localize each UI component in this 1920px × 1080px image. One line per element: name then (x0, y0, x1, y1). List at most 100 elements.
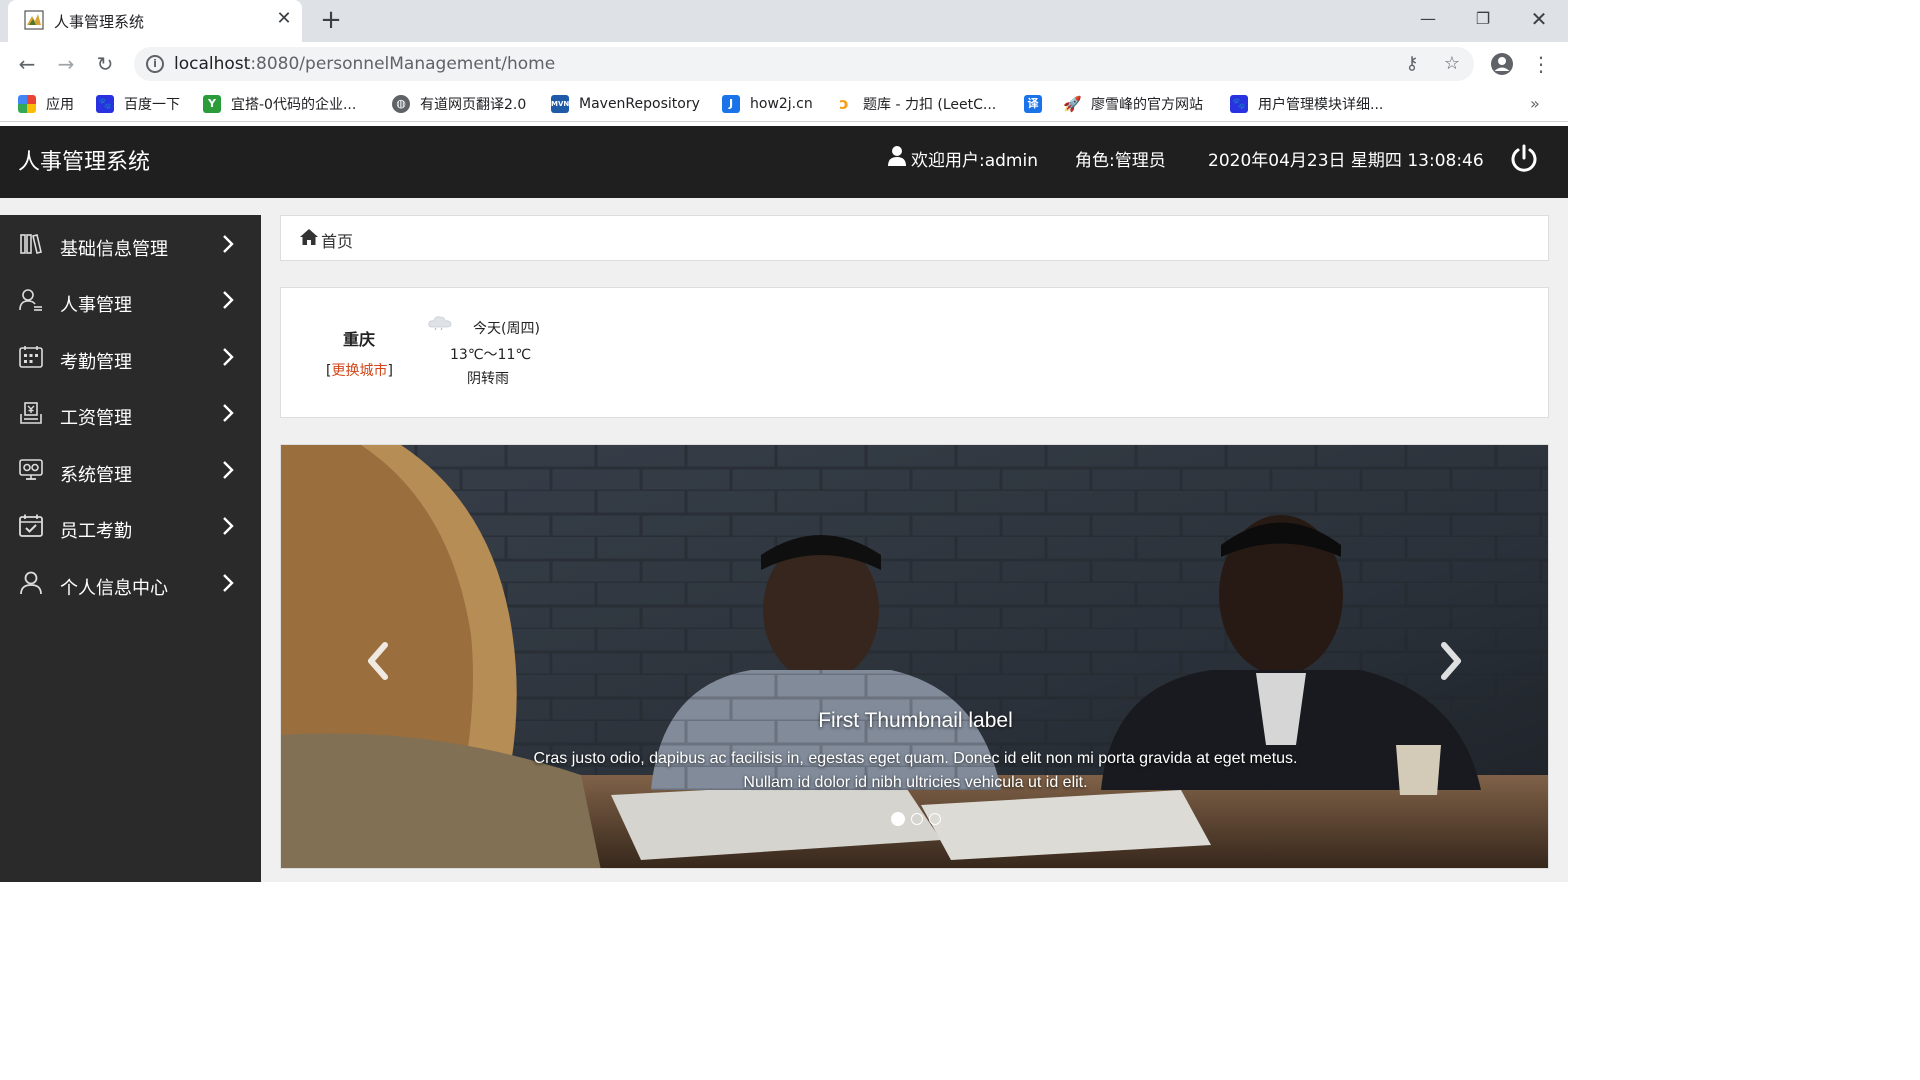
address-bar[interactable]: i localhost:8080/personnelManagement/hom… (134, 47, 1474, 81)
sidebar-item-personal-center[interactable]: 个人信息中心 (0, 556, 261, 612)
calendar-grid-icon (19, 346, 43, 368)
bookmark-yida[interactable]: Y 宜搭-0代码的企业... (203, 94, 356, 114)
yida-icon: Y (203, 95, 221, 113)
weather-day: 今天(周四) (473, 321, 540, 337)
bookmark-youdao[interactable]: ◍ 有道网页翻译2.0 (392, 94, 526, 114)
app-favicon-icon (24, 10, 44, 30)
sidebar-item-label: 员工考勤 (60, 521, 132, 542)
bookmark-leetcode[interactable]: ↄ 题库 - 力扣 (LeetC... (835, 94, 996, 114)
current-datetime: 2020年04月23日 星期四 13:08:46 (1208, 151, 1484, 171)
carousel-caption-title: First Thumbnail label (818, 709, 1013, 732)
window-close-icon[interactable]: ✕ (1524, 6, 1554, 32)
bookmarks-overflow-icon[interactable]: » (1530, 94, 1540, 113)
logout-power-icon[interactable] (1507, 142, 1541, 176)
carousel-prev-icon[interactable] (363, 641, 393, 681)
reload-icon[interactable]: ↻ (92, 51, 118, 77)
books-icon (20, 234, 42, 254)
url-text: localhost:8080/personnelManagement/home (174, 54, 556, 74)
carousel-next-icon[interactable] (1436, 641, 1466, 681)
bookmark-star-icon[interactable]: ☆ (1440, 52, 1464, 76)
breadcrumb-home[interactable]: 首页 (321, 228, 353, 252)
image-carousel[interactable]: First Thumbnail label Cras justo odio, d… (280, 444, 1549, 869)
rocket-icon: 🚀 (1063, 95, 1082, 113)
cloud-rain-icon (428, 316, 452, 330)
app-body: 基础信息管理 人事管理 考勤管理 工资管理 系统管理 员工考勤 个人信息中心 首… (0, 198, 1568, 882)
person-icon (20, 571, 42, 595)
carousel-indicator-3[interactable] (928, 813, 941, 825)
sidebar-item-label: 人事管理 (60, 295, 132, 316)
bookmark-apps[interactable]: 应用 (18, 94, 74, 114)
chevron-right-icon (223, 348, 234, 366)
leetcode-icon: ↄ (835, 95, 853, 113)
bookmark-liaoxuefeng[interactable]: 🚀 廖雪峰的官方网站 (1063, 94, 1203, 114)
salary-icon (20, 402, 42, 424)
breadcrumb: 首页 (280, 215, 1549, 261)
sidebar-item-employee-attendance[interactable]: 员工考勤 (0, 499, 261, 555)
restore-icon[interactable]: ❐ (1468, 6, 1498, 32)
chevron-right-icon (223, 461, 234, 479)
user-role: 角色:管理员 (1075, 151, 1166, 171)
bookmarks-bar: 应用 🐾 百度一下 Y 宜搭-0代码的企业... ◍ 有道网页翻译2.0 MVN… (0, 86, 1568, 122)
new-tab-icon[interactable]: + (318, 7, 344, 33)
browser-tabstrip: 人事管理系统 ✕ + — ❐ ✕ (0, 0, 1568, 42)
browser-menu-icon[interactable]: ⋮ (1527, 50, 1555, 78)
tab-close-icon[interactable]: ✕ (274, 9, 294, 29)
weather-city: 重庆 (343, 330, 376, 349)
apps-grid-icon (18, 95, 36, 113)
app-header: 人事管理系统 欢迎用户:admin 角色:管理员 2020年04月23日 星期四… (0, 126, 1568, 198)
sidebar-item-label: 基础信息管理 (60, 239, 168, 260)
app-title: 人事管理系统 (18, 150, 151, 175)
carousel-slide-image (281, 445, 1548, 868)
sidebar: 基础信息管理 人事管理 考勤管理 工资管理 系统管理 员工考勤 个人信息中心 (0, 215, 261, 882)
weather-widget: 重庆 [更换城市] 今天(周四) 13℃～11℃ 阴转雨 (280, 287, 1549, 418)
sidebar-item-attendance[interactable]: 考勤管理 (0, 330, 261, 386)
maven-icon: MVN (551, 95, 569, 113)
sidebar-item-salary[interactable]: 工资管理 (0, 386, 261, 442)
chevron-right-icon (223, 404, 234, 422)
bookmark-how2j[interactable]: J how2j.cn (722, 94, 813, 114)
sidebar-item-label: 个人信息中心 (60, 578, 168, 599)
welcome-user: 欢迎用户:admin (911, 151, 1038, 171)
home-icon (300, 229, 318, 245)
bookmark-baidu[interactable]: 🐾 百度一下 (96, 94, 180, 114)
bookmark-maven[interactable]: MVN MavenRepository (551, 94, 700, 114)
chevron-right-icon (223, 235, 234, 253)
user-list-icon (19, 289, 42, 311)
monitor-settings-icon (19, 459, 43, 480)
forward-arrow-icon[interactable]: → (53, 51, 79, 77)
weather-temperature: 13℃～11℃ (450, 347, 532, 363)
baidu-paw-icon: 🐾 (96, 95, 114, 113)
bookmark-user-module[interactable]: 🐾 用户管理模块详细... (1230, 94, 1383, 114)
carousel-indicator-2[interactable] (910, 813, 923, 825)
carousel-caption-text: Cras justo odio, dapibus ac facilisis in… (533, 750, 1298, 791)
browser-toolbar: ← → ↻ i localhost:8080/personnelManageme… (0, 42, 1568, 86)
key-icon[interactable]: ⚷ (1400, 52, 1424, 76)
bookmark-translate[interactable]: 译 (1024, 94, 1042, 114)
change-city: [更换城市] (326, 363, 393, 379)
minimize-icon[interactable]: — (1413, 6, 1443, 32)
sidebar-item-label: 系统管理 (60, 465, 132, 486)
baidu-paw-icon: 🐾 (1230, 95, 1248, 113)
back-arrow-icon[interactable]: ← (14, 51, 40, 77)
sidebar-item-label: 工资管理 (60, 408, 132, 429)
calendar-check-icon (19, 514, 43, 537)
profile-avatar-icon[interactable] (1488, 50, 1516, 78)
site-info-icon[interactable]: i (146, 55, 164, 73)
sidebar-item-label: 考勤管理 (60, 352, 132, 373)
browser-tab[interactable]: 人事管理系统 ✕ (8, 0, 302, 42)
sidebar-item-basic-info[interactable]: 基础信息管理 (0, 217, 261, 273)
weather-condition: 阴转雨 (467, 371, 509, 387)
change-city-link[interactable]: 更换城市 (331, 363, 387, 379)
translate-icon: 译 (1024, 95, 1042, 113)
how2j-icon: J (722, 95, 740, 113)
globe-icon: ◍ (392, 95, 410, 113)
chevron-right-icon (223, 574, 234, 592)
tab-title: 人事管理系统 (54, 13, 145, 31)
carousel-indicator-1[interactable] (890, 812, 905, 826)
chevron-right-icon (223, 291, 234, 309)
sidebar-item-personnel[interactable]: 人事管理 (0, 273, 261, 329)
carousel-indicators (281, 812, 1548, 826)
chevron-right-icon (223, 517, 234, 535)
user-icon (888, 146, 906, 166)
sidebar-item-system[interactable]: 系统管理 (0, 443, 261, 499)
